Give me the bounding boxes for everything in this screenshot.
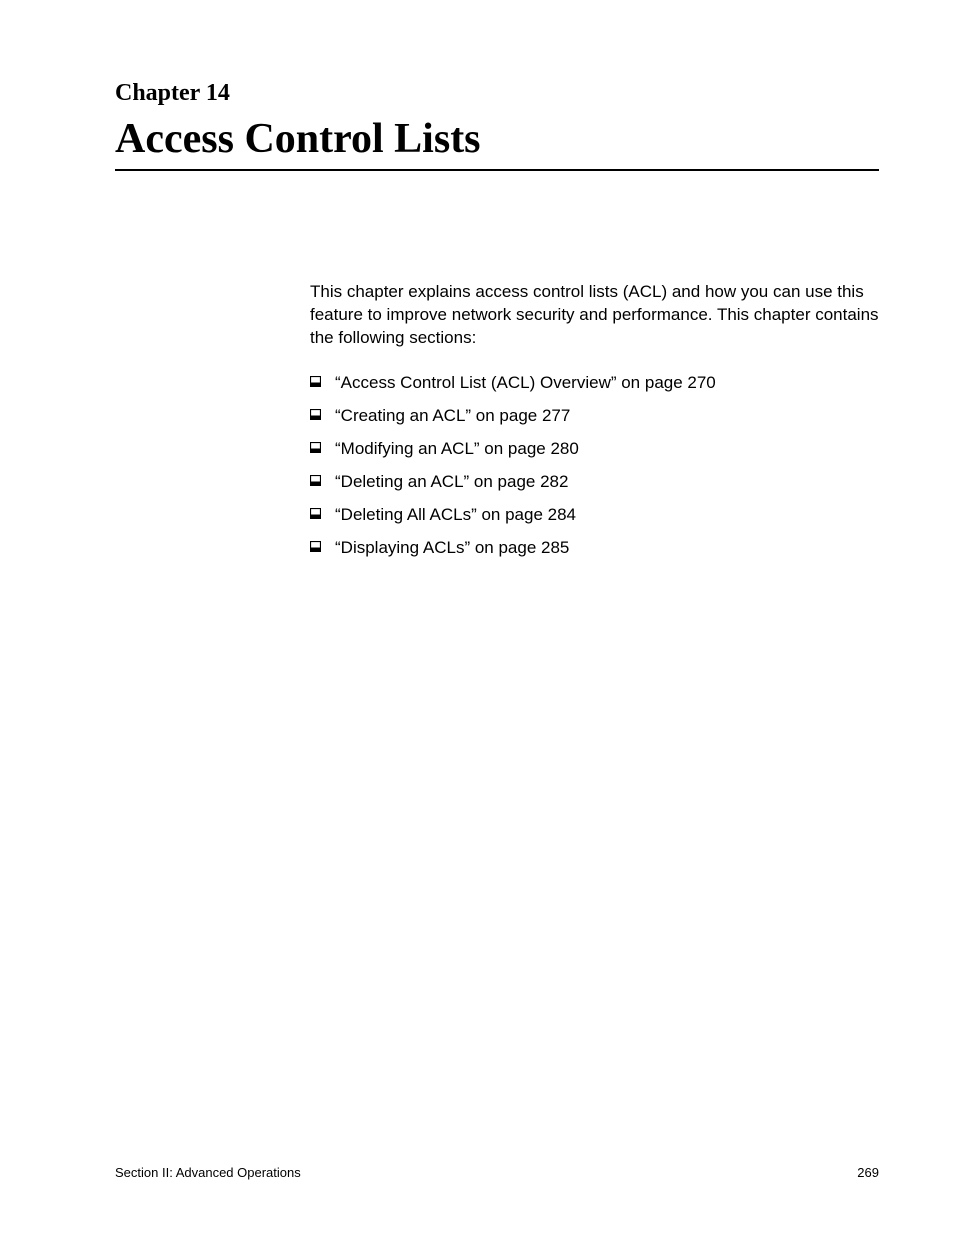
toc-item-text: “Creating an ACL” on page 277 (335, 405, 570, 428)
bullet-icon (310, 508, 321, 519)
toc-item-text: “Access Control List (ACL) Overview” on … (335, 372, 716, 395)
intro-paragraph: This chapter explains access control lis… (310, 281, 879, 350)
footer-section: Section II: Advanced Operations (115, 1165, 301, 1180)
list-item: “Displaying ACLs” on page 285 (310, 537, 879, 560)
bullet-icon (310, 376, 321, 387)
chapter-label: Chapter 14 (115, 80, 879, 107)
title-rule (115, 169, 879, 171)
list-item: “Modifying an ACL” on page 280 (310, 438, 879, 461)
page-container: Chapter 14 Access Control Lists This cha… (0, 0, 954, 1235)
list-item: “Deleting All ACLs” on page 284 (310, 504, 879, 527)
bullet-icon (310, 541, 321, 552)
bullet-icon (310, 409, 321, 420)
content-block: This chapter explains access control lis… (310, 281, 879, 559)
toc-list: “Access Control List (ACL) Overview” on … (310, 372, 879, 560)
list-item: “Deleting an ACL” on page 282 (310, 471, 879, 494)
toc-item-text: “Displaying ACLs” on page 285 (335, 537, 569, 560)
toc-item-text: “Deleting All ACLs” on page 284 (335, 504, 576, 527)
toc-item-text: “Deleting an ACL” on page 282 (335, 471, 568, 494)
list-item: “Creating an ACL” on page 277 (310, 405, 879, 428)
footer-page-number: 269 (857, 1165, 879, 1180)
chapter-title: Access Control Lists (115, 115, 879, 169)
bullet-icon (310, 475, 321, 486)
bullet-icon (310, 442, 321, 453)
list-item: “Access Control List (ACL) Overview” on … (310, 372, 879, 395)
toc-item-text: “Modifying an ACL” on page 280 (335, 438, 579, 461)
page-footer: Section II: Advanced Operations 269 (115, 1165, 879, 1180)
